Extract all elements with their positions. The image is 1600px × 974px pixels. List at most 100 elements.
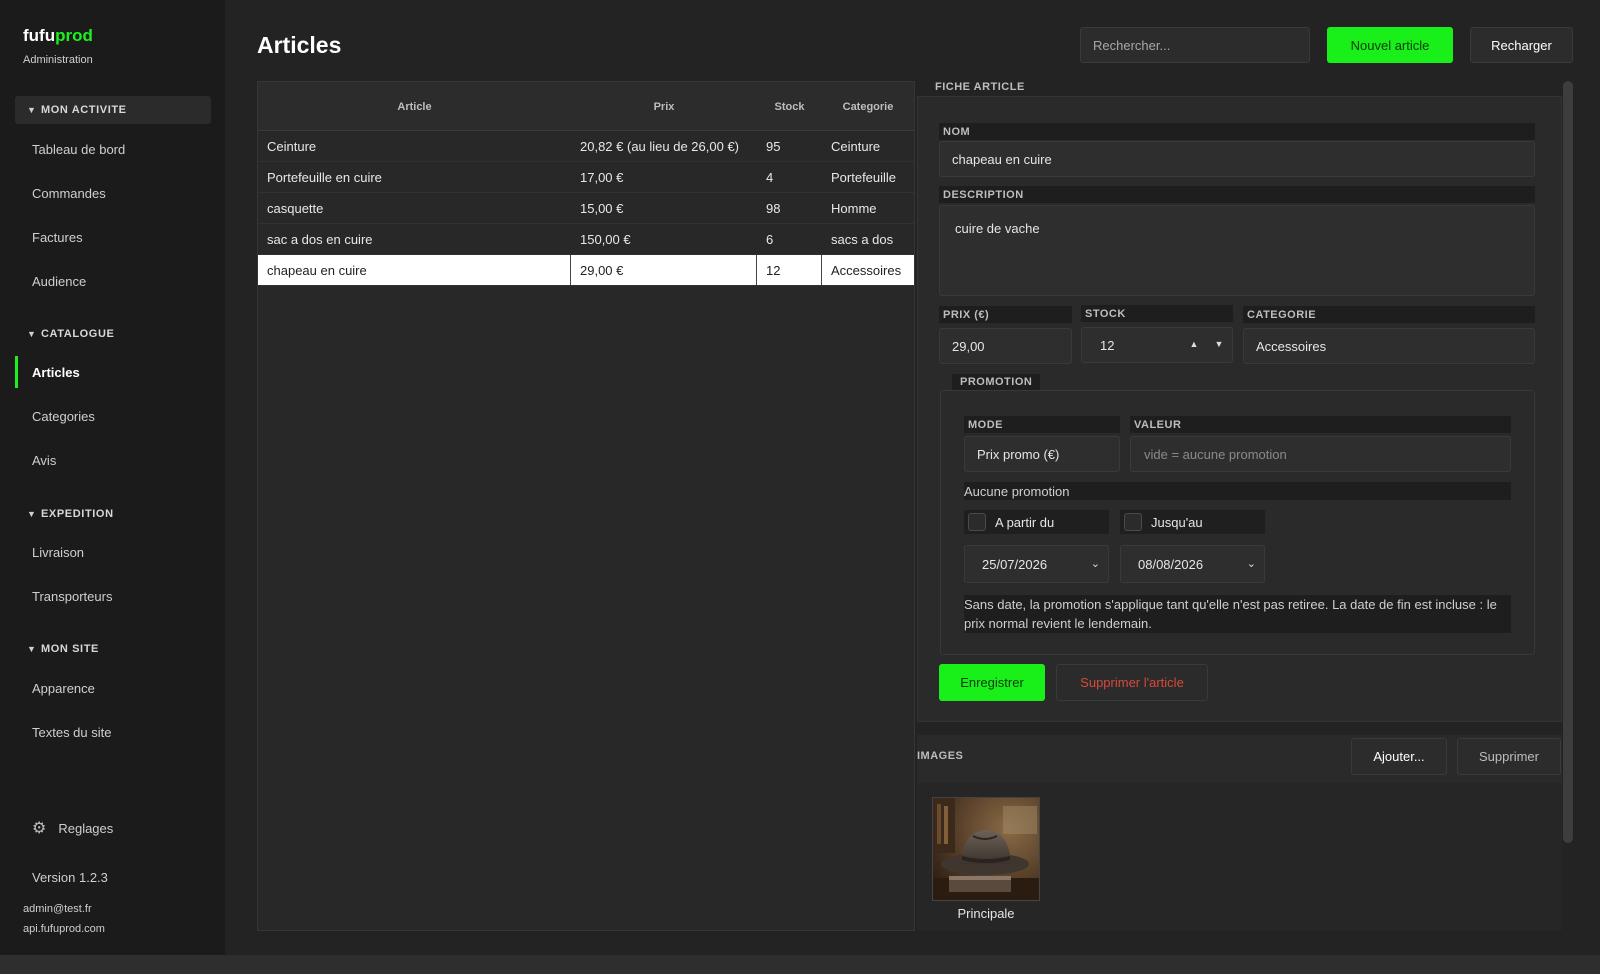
value-label: VALEUR bbox=[1130, 416, 1511, 433]
brand-subtitle: Administration bbox=[23, 54, 93, 66]
settings-link[interactable]: ⚙ Reglages bbox=[32, 818, 113, 838]
sidebar-item-tableau-de-bord[interactable]: Tableau de bord bbox=[15, 133, 211, 165]
sidebar-item-commandes[interactable]: Commandes bbox=[15, 177, 211, 209]
sidebar-item-apparence[interactable]: Apparence bbox=[15, 672, 211, 704]
description-textarea[interactable]: cuire de vache bbox=[939, 205, 1535, 296]
until-date-label: Jusqu'au bbox=[1151, 514, 1203, 530]
sidebar-item-transporteurs[interactable]: Transporteurs bbox=[15, 580, 211, 612]
stock-label: STOCK bbox=[1081, 305, 1233, 322]
sidebar: fufuprod Administration ▼ MON ACTIVITE Ta… bbox=[0, 0, 225, 955]
cell-article: Portefeuille en cuire bbox=[267, 169, 382, 185]
name-input[interactable]: chapeau en cuire bbox=[939, 141, 1535, 177]
add-image-button[interactable]: Ajouter... bbox=[1351, 738, 1447, 775]
price-input[interactable]: 29,00 bbox=[939, 328, 1072, 364]
chevron-down-icon: ⌄ bbox=[1246, 558, 1256, 570]
chevron-down-icon: ⌄ bbox=[1090, 558, 1100, 570]
remove-image-button[interactable]: Supprimer bbox=[1457, 738, 1561, 775]
cell-prix: 20,82 € (au lieu de 26,00 €) bbox=[580, 138, 740, 154]
cell-article: Ceinture bbox=[267, 138, 317, 154]
until-date-value: 08/08/2026 bbox=[1138, 556, 1204, 572]
chevron-down-icon: ▼ bbox=[27, 644, 37, 654]
search-input[interactable] bbox=[1080, 27, 1310, 63]
articles-table: Article Prix Stock Categorie Ceinture 20… bbox=[257, 81, 915, 931]
table-row[interactable]: casquette 15,00 € 98 Homme bbox=[258, 193, 914, 224]
gear-icon: ⚙ bbox=[32, 820, 47, 837]
cell-article: casquette bbox=[267, 200, 324, 216]
table-row[interactable]: Ceinture 20,82 € (au lieu de 26,00 €) 95… bbox=[258, 131, 914, 162]
from-date-toggle[interactable]: A partir du bbox=[964, 510, 1109, 534]
table-header: Article Prix Stock Categorie bbox=[258, 82, 914, 131]
promotion-status: Aucune promotion bbox=[964, 482, 1511, 500]
section-expedition[interactable]: ▼ EXPEDITION bbox=[15, 500, 211, 528]
stock-value: 12 bbox=[1100, 337, 1115, 353]
cell-stock: 6 bbox=[766, 231, 774, 247]
cell-article: chapeau en cuire bbox=[258, 255, 571, 285]
column-header-prix[interactable]: Prix bbox=[571, 82, 757, 131]
from-date-picker[interactable]: 25/07/2026 ⌄ bbox=[964, 545, 1109, 583]
name-label: NOM bbox=[939, 123, 1535, 140]
column-header-categorie[interactable]: Categorie bbox=[822, 82, 914, 131]
cell-categorie: Homme bbox=[831, 200, 877, 216]
sidebar-item-audience[interactable]: Audience bbox=[15, 265, 211, 297]
mode-label: MODE bbox=[964, 416, 1120, 433]
promotion-title: PROMOTION bbox=[952, 374, 1041, 390]
sidebar-item-factures[interactable]: Factures bbox=[15, 221, 211, 253]
reload-button[interactable]: Recharger bbox=[1470, 27, 1573, 63]
chevron-down-icon: ▼ bbox=[27, 509, 37, 519]
cell-prix: 150,00 € bbox=[580, 231, 631, 247]
description-label: DESCRIPTION bbox=[939, 186, 1535, 203]
images-section-title: IMAGES bbox=[917, 750, 964, 762]
table-row[interactable]: sac a dos en cuire 150,00 € 6 sacs a dos bbox=[258, 224, 914, 255]
detail-scrollbar[interactable] bbox=[1563, 81, 1573, 843]
api-host: api.fufuprod.com bbox=[23, 923, 105, 935]
user-email: admin@test.fr bbox=[23, 903, 92, 915]
sidebar-item-categories[interactable]: Categories bbox=[15, 400, 211, 432]
sidebar-item-articles[interactable]: Articles bbox=[15, 356, 211, 388]
cell-categorie: sacs a dos bbox=[831, 231, 894, 247]
cell-prix: 17,00 € bbox=[580, 169, 624, 185]
until-date-checkbox[interactable] bbox=[1124, 513, 1142, 531]
page-title: Articles bbox=[257, 32, 342, 58]
promo-value-input[interactable]: vide = aucune promotion bbox=[1130, 436, 1511, 472]
sidebar-item-textes-du-site[interactable]: Textes du site bbox=[15, 716, 211, 748]
stepper-down-icon[interactable]: ▼ bbox=[1208, 333, 1230, 355]
mode-select[interactable]: Prix promo (€) bbox=[964, 436, 1120, 472]
category-label: CATEGORIE bbox=[1243, 306, 1535, 323]
sidebar-item-avis[interactable]: Avis bbox=[15, 444, 211, 476]
from-date-checkbox[interactable] bbox=[968, 513, 986, 531]
from-date-label: A partir du bbox=[995, 514, 1055, 530]
section-title: EXPEDITION bbox=[41, 508, 114, 520]
app-version: Version 1.2.3 bbox=[32, 870, 108, 885]
price-label: PRIX (€) bbox=[939, 306, 1072, 323]
chevron-down-icon: ▼ bbox=[27, 329, 37, 339]
until-date-toggle[interactable]: Jusqu'au bbox=[1120, 510, 1265, 534]
section-mon-activite[interactable]: ▼ MON ACTIVITE bbox=[15, 96, 211, 124]
delete-article-button[interactable]: Supprimer l'article bbox=[1056, 664, 1208, 701]
cell-categorie: Portefeuille bbox=[831, 169, 897, 185]
column-header-stock[interactable]: Stock bbox=[757, 82, 822, 131]
section-title: CATALOGUE bbox=[41, 328, 115, 340]
brand-logo: fufuprod bbox=[23, 26, 93, 46]
cell-categorie: Ceinture bbox=[831, 138, 881, 154]
hat-photo-icon bbox=[933, 798, 1039, 900]
table-row[interactable]: Portefeuille en cuire 17,00 € 4 Portefeu… bbox=[258, 162, 914, 193]
brand-name-part2: prod bbox=[55, 26, 93, 45]
new-article-button[interactable]: Nouvel article bbox=[1327, 27, 1453, 63]
save-button[interactable]: Enregistrer bbox=[939, 664, 1045, 701]
table-row-selected[interactable]: chapeau en cuire 29,00 € 12 Accessoires bbox=[258, 255, 914, 286]
cell-categorie: Accessoires bbox=[831, 262, 902, 278]
from-date-value: 25/07/2026 bbox=[982, 556, 1048, 572]
category-input[interactable]: Accessoires bbox=[1243, 328, 1535, 364]
cell-prix: 29,00 € bbox=[571, 255, 757, 285]
section-title: MON SITE bbox=[41, 643, 99, 655]
cell-stock: 95 bbox=[766, 138, 781, 154]
section-title: MON ACTIVITE bbox=[41, 104, 127, 116]
section-catalogue[interactable]: ▼ CATALOGUE bbox=[15, 320, 211, 348]
settings-label: Reglages bbox=[58, 820, 114, 836]
section-mon-site[interactable]: ▼ MON SITE bbox=[15, 635, 211, 663]
until-date-picker[interactable]: 08/08/2026 ⌄ bbox=[1120, 545, 1265, 583]
product-image-thumbnail[interactable] bbox=[932, 797, 1040, 901]
column-header-article[interactable]: Article bbox=[258, 82, 571, 131]
stepper-up-icon[interactable]: ▲ bbox=[1183, 333, 1205, 355]
sidebar-item-livraison[interactable]: Livraison bbox=[15, 536, 211, 568]
